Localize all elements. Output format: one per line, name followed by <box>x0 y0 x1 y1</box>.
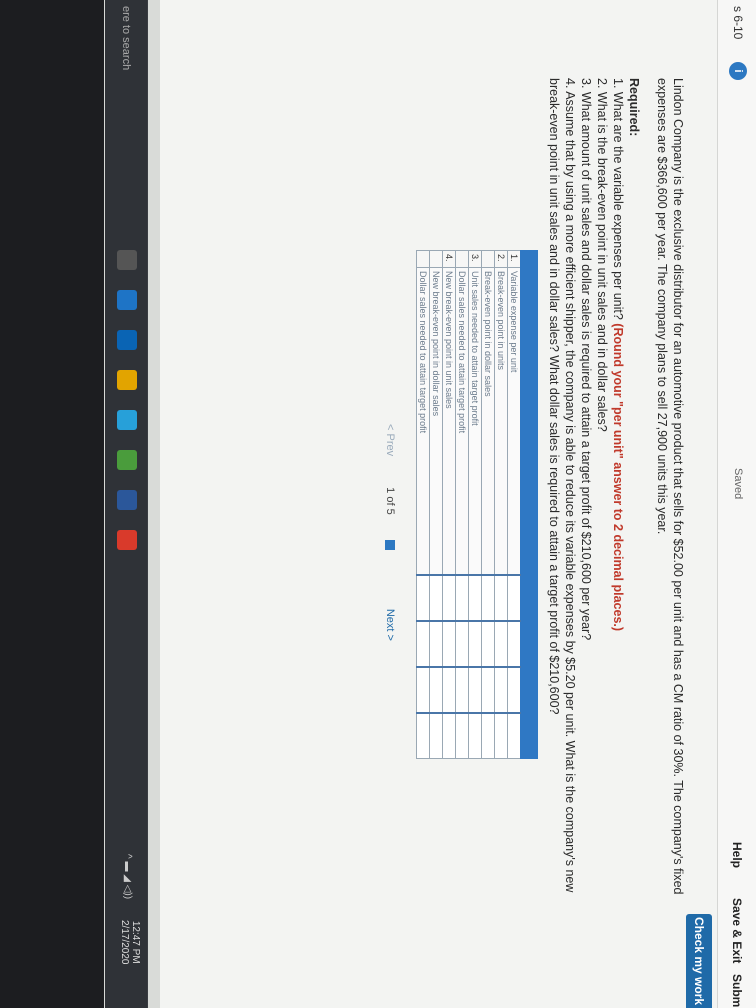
edge-icon[interactable] <box>117 290 137 310</box>
folder-icon[interactable] <box>117 370 137 390</box>
answer-input[interactable] <box>468 575 482 621</box>
submit-link[interactable]: Submi <box>730 974 744 1008</box>
answer-input[interactable] <box>481 713 495 759</box>
answer-input[interactable] <box>468 667 482 713</box>
word-icon[interactable] <box>117 490 137 510</box>
answer-input[interactable] <box>442 713 456 759</box>
page-position: 1 of 5 <box>384 487 396 515</box>
taskbar: ere to search ^ ▬ ◢ ◁)) 12:47 PM 2/17/20… <box>105 0 148 1008</box>
top-bar: s 6-10 i Saved Help Save & Exit Submi <box>717 0 756 1008</box>
chrome-icon[interactable] <box>117 450 137 470</box>
answer-input[interactable] <box>442 621 456 667</box>
rotated-screen: s 6-10 i Saved Help Save & Exit Submi Ch… <box>0 0 756 1008</box>
acrobat-icon[interactable] <box>117 530 137 550</box>
answer-table: 1. Variable expense per unit 2. Break-even… <box>416 250 538 759</box>
answer-input[interactable] <box>494 575 508 621</box>
save-exit-link[interactable]: Save & Exit <box>730 898 744 963</box>
chapter-label: s 6-10 <box>731 6 745 40</box>
answer-input[interactable] <box>507 713 521 759</box>
required-item: 1. What are the variable expenses per un… <box>611 78 625 632</box>
answer-input[interactable] <box>442 575 456 621</box>
answer-input[interactable] <box>507 621 521 667</box>
required-item: 4. Assume that by using a more efficient… <box>547 78 577 893</box>
answer-input[interactable] <box>416 575 430 621</box>
answer-input[interactable] <box>429 713 443 759</box>
answer-input[interactable] <box>429 667 443 713</box>
taskbar-search[interactable]: ere to search <box>115 0 137 196</box>
answer-input[interactable] <box>455 667 469 713</box>
required-section: Required: 1. What are the variable expen… <box>546 78 642 918</box>
table-row: Dollar sales needed to attain target pro… <box>416 250 430 759</box>
answer-input[interactable] <box>494 667 508 713</box>
browser-page: s 6-10 i Saved Help Save & Exit Submi Ch… <box>160 0 756 1008</box>
answer-input[interactable] <box>429 621 443 667</box>
answer-input[interactable] <box>416 713 430 759</box>
required-heading: Required: <box>627 78 641 137</box>
answer-input[interactable] <box>416 621 430 667</box>
check-my-work-button[interactable]: Check my work <box>686 914 712 1008</box>
answer-input[interactable] <box>481 621 495 667</box>
table-row: Dollar sales needed to attain target pro… <box>455 250 469 759</box>
monitor-bezel <box>0 0 104 1008</box>
answer-input[interactable] <box>455 621 469 667</box>
table-row: 3. Unit sales needed to attain target pro… <box>468 250 482 759</box>
answer-input[interactable] <box>507 667 521 713</box>
help-link[interactable]: Help <box>730 842 744 868</box>
answer-input[interactable] <box>416 667 430 713</box>
store-icon[interactable] <box>117 330 137 350</box>
skype-icon[interactable] <box>117 410 137 430</box>
next-button[interactable]: Next > <box>384 609 396 641</box>
answer-input[interactable] <box>429 575 443 621</box>
info-icon[interactable]: i <box>729 62 747 80</box>
table-row: 4. New break-even point in unit sales <box>442 250 456 759</box>
prev-button[interactable]: < Prev <box>384 424 396 456</box>
answer-input[interactable] <box>481 667 495 713</box>
table-row: New break-even point in dollar sales <box>429 250 443 759</box>
answer-input[interactable] <box>442 667 456 713</box>
required-item: 2. What is the break-even point in unit … <box>595 78 609 432</box>
pagination: < Prev 1 of 5 Next > <box>384 424 396 641</box>
answer-input[interactable] <box>468 713 482 759</box>
required-item: 3. What amount of unit sales and dollar … <box>579 78 593 641</box>
system-tray-icon[interactable]: ^ ▬ ◢ ◁)) <box>122 854 133 899</box>
table-row: 1. Variable expense per unit <box>507 250 521 759</box>
answer-input[interactable] <box>468 621 482 667</box>
taskbar-clock[interactable]: 12:47 PM 2/17/2020 <box>119 920 141 965</box>
table-row: Break-even point in dollar sales <box>481 250 495 759</box>
answer-input[interactable] <box>455 575 469 621</box>
grid-icon[interactable] <box>384 539 395 550</box>
question-text: Lindon Company is the exclusive distribu… <box>655 78 685 895</box>
answer-input[interactable] <box>481 575 495 621</box>
saved-status: Saved <box>732 468 744 500</box>
task-view-icon[interactable] <box>117 250 137 270</box>
answer-input[interactable] <box>494 713 508 759</box>
answer-input[interactable] <box>507 575 521 621</box>
table-header-row <box>520 250 538 759</box>
table-row: 2. Break-even point in units <box>494 250 508 759</box>
answer-input[interactable] <box>494 621 508 667</box>
answer-input[interactable] <box>455 713 469 759</box>
